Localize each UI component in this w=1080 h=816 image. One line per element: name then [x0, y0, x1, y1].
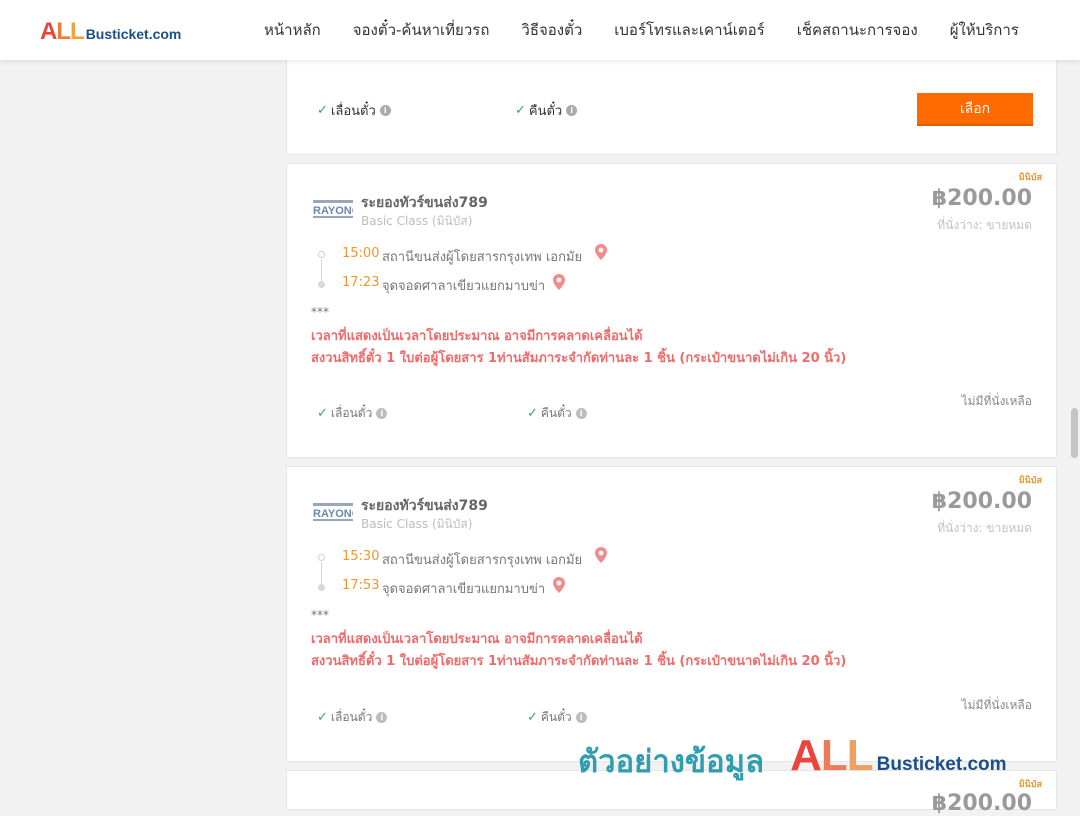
select-trip-button[interactable]: เลือก [917, 93, 1033, 126]
trip-card: มินิบัส RAYONG ระยองทัวร์ขนส่ง789 Basic … [286, 163, 1057, 458]
departure-stop: สถานีขนส่งผู้โดยสารกรุงเทพ เอกมัย [382, 250, 583, 265]
svg-text:RAYONG: RAYONG [313, 205, 353, 217]
arrival-time: 17:23 [342, 275, 380, 290]
check-icon: ✓ [317, 406, 328, 421]
trip-card-previous: ✓ เลื่อนตั๋ว i ✓ คืนตั๋ว i เลือก [286, 60, 1057, 155]
departure-time: 15:30 [342, 549, 380, 564]
rayong-logo-icon: RAYONG [313, 200, 353, 218]
arrival-time: 17:53 [342, 578, 380, 593]
operator-class: Basic Class (มินิบัส) [361, 214, 473, 228]
departure-time: 15:00 [342, 246, 380, 261]
logo-all-mark: ALL [40, 18, 85, 46]
check-icon: ✓ [527, 710, 538, 725]
vehicle-tag: มินิบัส [1018, 476, 1042, 486]
timeline-end-dot [318, 281, 325, 288]
feature-change-ticket: ✓ เลื่อนตั๋ว i [317, 100, 391, 121]
timeline-line [321, 259, 322, 281]
logo-letter-a: A [40, 18, 57, 45]
timeline-start-dot [318, 554, 325, 561]
check-icon: ✓ [317, 710, 328, 725]
map-pin-icon[interactable] [553, 577, 565, 593]
feature-label: เลื่อนตั๋ว [330, 406, 373, 420]
operator-name: ระยองทัวร์ขนส่ง789 [361, 498, 488, 514]
info-icon[interactable]: i [376, 712, 388, 723]
feature-change-ticket: ✓ เลื่อนตั๋ว i [317, 708, 388, 727]
arrival-stop: จุดจอดศาลาเขียวแยกมาบข่า [382, 279, 546, 294]
feature-refund-ticket: ✓ คืนตั๋ว i [527, 708, 587, 727]
timeline-line [321, 562, 322, 584]
check-icon: ✓ [515, 103, 526, 118]
seat-availability: ที่นั่งว่าง: ขายหมด [937, 218, 1032, 232]
feature-label: เลื่อนตั๋ว [330, 710, 373, 724]
feature-refund-ticket: ✓ คืนตั๋ว i [527, 404, 587, 423]
no-seat-status: ไม่มีที่นั่งเหลือ [961, 698, 1032, 712]
trip-price: ฿200.00 [931, 791, 1032, 816]
trip-price: ฿200.00 [931, 489, 1032, 514]
trip-card-next: มินิบัส ฿200.00 [286, 770, 1057, 816]
remark-note-luggage: สงวนสิทธิ์ตั๋ว 1 ใบต่อผู้โดยสาร 1ท่านสัม… [311, 351, 847, 366]
info-icon[interactable]: i [376, 408, 388, 419]
feature-label: เลื่อนตั๋ว [330, 104, 376, 119]
map-pin-icon[interactable] [595, 547, 607, 563]
seat-availability: ที่นั่งว่าง: ขายหมด [937, 521, 1032, 535]
map-pin-icon[interactable] [595, 244, 607, 260]
site-logo[interactable]: ALL Busticket.com [40, 18, 181, 46]
remark-note-luggage: สงวนสิทธิ์ตั๋ว 1 ใบต่อผู้โดยสาร 1ท่านสัม… [311, 654, 847, 669]
feature-refund-ticket: ✓ คืนตั๋ว i [515, 100, 578, 121]
operator-name: ระยองทัวร์ขนส่ง789 [361, 195, 488, 211]
feature-label: คืนตั๋ว [540, 406, 572, 420]
nav-how-to-book[interactable]: วิธีจองตั๋ว [505, 18, 598, 42]
remark-stars: *** [311, 608, 329, 622]
info-icon[interactable]: i [575, 712, 587, 723]
check-icon: ✓ [527, 406, 538, 421]
vehicle-tag: มินิบัส [1018, 780, 1042, 790]
timeline-end-dot [318, 584, 325, 591]
trip-price: ฿200.00 [931, 186, 1032, 211]
departure-stop: สถานีขนส่งผู้โดยสารกรุงเทพ เอกมัย [382, 553, 583, 568]
logo-letter-l2: L [70, 18, 85, 45]
timeline-start-dot [318, 251, 325, 258]
info-icon[interactable]: i [379, 105, 391, 116]
check-icon: ✓ [317, 103, 328, 118]
feature-label: คืนตั๋ว [528, 104, 563, 119]
vehicle-tag: มินิบัส [1018, 173, 1042, 183]
nav-check-status[interactable]: เช็คสถานะการจอง [781, 18, 934, 42]
remark-stars: *** [311, 305, 329, 319]
trip-card: มินิบัส RAYONG ระยองทัวร์ขนส่ง789 Basic … [286, 466, 1057, 762]
map-pin-icon[interactable] [553, 274, 565, 290]
remark-note-time: เวลาที่แสดงเป็นเวลาโดยประมาณ อาจมีการคลา… [311, 329, 643, 344]
main-nav: หน้าหลัก จองตั๋ว-ค้นหาเที่ยวรถ วิธีจองตั… [248, 0, 1035, 60]
scrollbar-thumb[interactable] [1071, 408, 1078, 458]
logo-letter-l1: L [56, 18, 71, 45]
no-seat-status: ไม่มีที่นั่งเหลือ [961, 394, 1032, 408]
arrival-stop: จุดจอดศาลาเขียวแยกมาบข่า [382, 582, 546, 597]
logo-text: Busticket.com [85, 26, 182, 42]
remark-note-time: เวลาที่แสดงเป็นเวลาโดยประมาณ อาจมีการคลา… [311, 632, 643, 647]
operator-class: Basic Class (มินิบัส) [361, 517, 473, 531]
nav-book-search[interactable]: จองตั๋ว-ค้นหาเที่ยวรถ [337, 18, 506, 42]
svg-text:RAYONG: RAYONG [313, 508, 353, 520]
nav-home[interactable]: หน้าหลัก [248, 18, 337, 42]
site-header: ALL Busticket.com หน้าหลัก จองตั๋ว-ค้นหา… [0, 0, 1080, 60]
nav-contacts[interactable]: เบอร์โทรและเคาน์เตอร์ [598, 18, 780, 42]
feature-change-ticket: ✓ เลื่อนตั๋ว i [317, 404, 388, 423]
feature-label: คืนตั๋ว [540, 710, 572, 724]
rayong-logo-icon: RAYONG [313, 503, 353, 521]
nav-providers[interactable]: ผู้ให้บริการ [934, 18, 1035, 42]
info-icon[interactable]: i [575, 408, 587, 419]
info-icon[interactable]: i [566, 105, 578, 116]
